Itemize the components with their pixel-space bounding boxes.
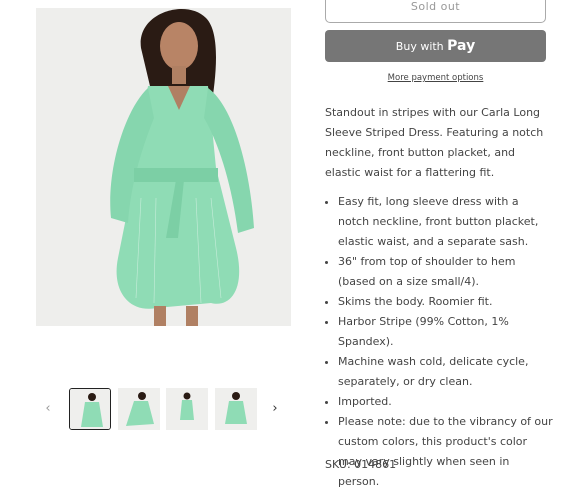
more-payment-options-link[interactable]: More payment options xyxy=(325,73,546,83)
thumbnail-3[interactable] xyxy=(166,388,208,430)
product-description: Standout in stripes with our Carla Long … xyxy=(325,103,553,492)
chevron-left-icon[interactable]: ‹ xyxy=(40,399,56,419)
feature-item: Harbor Stripe (99% Cotton, 1% Spandex). xyxy=(338,312,553,352)
product-main-image[interactable] xyxy=(36,8,291,326)
apple-pay-button[interactable]: Buy with Pay xyxy=(325,30,546,62)
sold-out-button[interactable]: Sold out xyxy=(325,0,546,23)
description-text: Standout in stripes with our Carla Long … xyxy=(325,106,544,179)
thumbnail-strip: ‹ › xyxy=(36,385,291,435)
thumbnail-4[interactable] xyxy=(215,388,257,430)
feature-item: 36" from top of shoulder to hem (based o… xyxy=(338,252,553,292)
feature-item: Machine wash cold, delicate cycle, separ… xyxy=(338,352,553,392)
feature-item: Easy fit, long sleeve dress with a notch… xyxy=(338,192,553,252)
feature-item: Skims the body. Roomier fit. xyxy=(338,292,553,312)
sku-label: SKU: 014861 xyxy=(325,458,397,471)
chevron-right-icon[interactable]: › xyxy=(267,399,283,419)
feature-list: Easy fit, long sleeve dress with a notch… xyxy=(325,192,553,492)
feature-item: Imported. xyxy=(338,392,553,412)
buy-with-label: Buy with xyxy=(395,40,444,53)
pay-brand-label: Pay xyxy=(447,38,476,54)
feature-item: Please note: due to the vibrancy of our … xyxy=(338,412,553,492)
thumbnail-2[interactable] xyxy=(118,388,160,430)
thumbnail-1[interactable] xyxy=(69,388,111,430)
